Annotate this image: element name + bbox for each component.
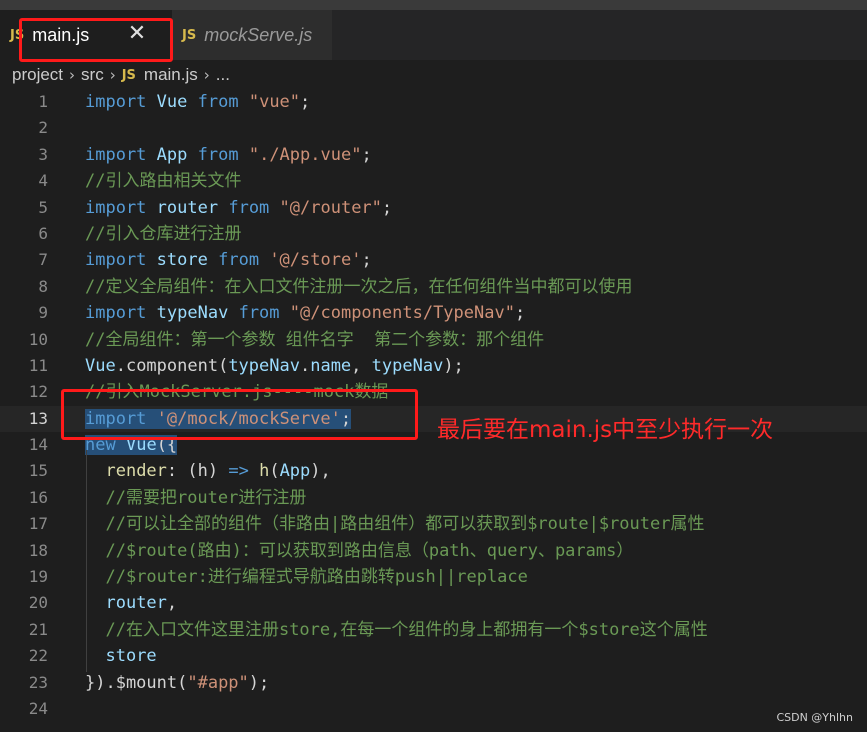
code-line[interactable]: 8 //定义全局组件：在入口文件注册一次之后，在任何组件当中都可以使用 bbox=[0, 274, 867, 300]
window-top-strip bbox=[0, 0, 867, 10]
line-number: 24 bbox=[28, 698, 48, 718]
code-line[interactable]: 9 import typeNav from "@/components/TypeN… bbox=[0, 300, 867, 326]
chevron-right-icon: › bbox=[203, 66, 210, 84]
line-number: 2 bbox=[38, 118, 48, 138]
code-line[interactable]: 7 import store from '@/store'; bbox=[0, 247, 867, 273]
line-number: 10 bbox=[28, 329, 48, 349]
code-line[interactable]: 4 //引入路由相关文件 bbox=[0, 168, 867, 194]
chevron-right-icon: › bbox=[69, 66, 76, 84]
line-number: 20 bbox=[28, 593, 48, 613]
code-text[interactable]: }).$mount("#app"); bbox=[85, 670, 269, 696]
code-line[interactable]: 23 }).$mount("#app"); bbox=[0, 670, 867, 696]
code-line[interactable]: 2 bbox=[0, 115, 867, 141]
js-file-icon: JS bbox=[121, 67, 136, 83]
line-number: 5 bbox=[38, 197, 48, 217]
code-text[interactable]: import store from '@/store'; bbox=[85, 247, 372, 273]
line-number: 8 bbox=[38, 276, 48, 296]
line-number: 11 bbox=[28, 355, 48, 375]
code-line[interactable]: 5 import router from "@/router"; bbox=[0, 195, 867, 221]
line-number: 14 bbox=[28, 435, 48, 455]
annotation-text: 最后要在main.js中至少执行一次 bbox=[437, 417, 774, 443]
line-number: 4 bbox=[38, 171, 48, 191]
code-text[interactable]: import typeNav from "@/components/TypeNa… bbox=[85, 300, 525, 326]
line-number: 6 bbox=[38, 223, 48, 243]
line-number: 12 bbox=[28, 382, 48, 402]
line-number: 16 bbox=[28, 487, 48, 507]
code-text[interactable]: //定义全局组件：在入口文件注册一次之后，在任何组件当中都可以使用 bbox=[85, 274, 632, 300]
code-text[interactable]: //$router:进行编程式导航路由跳转push||replace bbox=[85, 564, 527, 590]
code-line[interactable]: 11 Vue.component(typeNav.name, typeNav); bbox=[0, 353, 867, 379]
code-text[interactable]: import App from "./App.vue"; bbox=[85, 142, 372, 168]
code-line[interactable]: 3 import App from "./App.vue"; bbox=[0, 142, 867, 168]
code-text[interactable]: //$route(路由)：可以获取到路由信息（path、query、params… bbox=[85, 538, 633, 564]
breadcrumb: project › src › JS main.js › ... bbox=[12, 62, 230, 88]
code-text[interactable]: //在入口文件这里注册store,在每一个组件的身上都拥有一个$store这个属… bbox=[85, 617, 707, 643]
code-line[interactable]: 10 //全局组件：第一个参数 组件名字 第二个参数：那个组件 bbox=[0, 327, 867, 353]
code-line[interactable]: 19 //$router:进行编程式导航路由跳转push||replace bbox=[0, 564, 867, 590]
line-number: 1 bbox=[38, 92, 48, 111]
line-number: 21 bbox=[28, 619, 48, 639]
code-line[interactable]: 21 //在入口文件这里注册store,在每一个组件的身上都拥有一个$store… bbox=[0, 617, 867, 643]
code-text[interactable]: import Vue from "vue"; bbox=[85, 89, 310, 115]
code-line[interactable]: 15 render: (h) => h(App), bbox=[0, 458, 867, 484]
code-line[interactable]: 18 //$route(路由)：可以获取到路由信息（path、query、par… bbox=[0, 538, 867, 564]
code-text[interactable]: store bbox=[85, 643, 156, 669]
indent-guide bbox=[86, 450, 87, 672]
breadcrumb-item-file[interactable]: main.js bbox=[144, 65, 198, 85]
code-line[interactable]: 1 import Vue from "vue"; bbox=[0, 89, 867, 115]
chevron-right-icon: › bbox=[109, 66, 116, 84]
line-number: 18 bbox=[28, 540, 48, 560]
code-text[interactable]: render: (h) => h(App), bbox=[85, 458, 330, 484]
line-number: 3 bbox=[38, 144, 48, 164]
code-highlight-box bbox=[61, 389, 418, 440]
tab-mockserve-js[interactable]: JS mockServe.js bbox=[172, 10, 332, 60]
code-text[interactable]: router, bbox=[85, 590, 177, 616]
line-number: 15 bbox=[28, 461, 48, 481]
code-line[interactable]: 22 store bbox=[0, 643, 867, 669]
tab-highlight-box bbox=[19, 18, 173, 62]
code-text[interactable]: //需要把router进行注册 bbox=[85, 485, 306, 511]
code-text[interactable]: Vue.component(typeNav.name, typeNav); bbox=[85, 353, 464, 379]
line-number: 22 bbox=[28, 646, 48, 666]
line-number: 9 bbox=[38, 303, 48, 323]
code-text[interactable]: //引入路由相关文件 bbox=[85, 168, 241, 194]
code-line[interactable]: 24 bbox=[0, 696, 867, 722]
code-line[interactable]: 17 //可以让全部的组件（非路由|路由组件）都可以获取到$route|$rou… bbox=[0, 511, 867, 537]
code-text[interactable]: import router from "@/router"; bbox=[85, 195, 392, 221]
line-number: 13 bbox=[28, 408, 48, 428]
breadcrumb-item-project[interactable]: project bbox=[12, 65, 63, 85]
code-text[interactable]: //可以让全部的组件（非路由|路由组件）都可以获取到$route|$router… bbox=[85, 511, 704, 537]
line-number: 17 bbox=[28, 514, 48, 534]
breadcrumb-item-more[interactable]: ... bbox=[216, 65, 230, 85]
code-line[interactable]: 20 router, bbox=[0, 590, 867, 616]
line-number: 23 bbox=[28, 672, 48, 692]
code-text[interactable]: //全局组件：第一个参数 组件名字 第二个参数：那个组件 bbox=[85, 327, 544, 353]
code-line[interactable]: 16 //需要把router进行注册 bbox=[0, 485, 867, 511]
line-number: 19 bbox=[28, 567, 48, 587]
tab-label: mockServe.js bbox=[204, 24, 313, 45]
watermark: CSDN @Yhlhn bbox=[776, 711, 853, 724]
code-text[interactable]: //引入仓库进行注册 bbox=[85, 221, 241, 247]
code-line[interactable]: 6 //引入仓库进行注册 bbox=[0, 221, 867, 247]
js-file-icon: JS bbox=[182, 27, 197, 43]
line-number: 7 bbox=[38, 250, 48, 270]
breadcrumb-item-src[interactable]: src bbox=[81, 65, 104, 85]
